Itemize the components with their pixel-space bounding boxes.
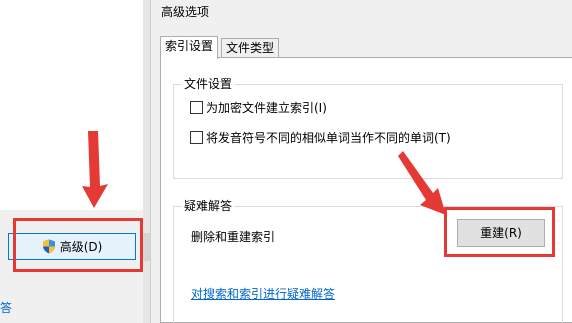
- encrypt-index-checkbox[interactable]: [190, 101, 203, 114]
- encrypt-index-option[interactable]: 为加密文件建立索引(I): [190, 99, 327, 116]
- diacritics-label: 将发音符号不同的相似单词当作不同的单词(T): [206, 131, 451, 145]
- background-content-area: [0, 0, 150, 210]
- tab-index-settings[interactable]: 索引设置: [160, 36, 219, 59]
- tab-file-types[interactable]: 文件类型: [221, 38, 280, 58]
- dialog-title: 高级选项: [161, 5, 210, 19]
- advanced-options-dialog: 高级选项 索引设置 文件类型 文件设置 为加密文件建立索引(I) 将发音符号不同…: [150, 0, 572, 323]
- background-window-edge: [143, 0, 150, 323]
- troubleshoot-search-link[interactable]: 对搜索和索引进行疑难解答: [191, 285, 335, 302]
- file-settings-group-label: 文件设置: [182, 76, 235, 92]
- advanced-button-highlight: [13, 218, 143, 272]
- troubleshoot-link-fragment[interactable]: 答: [0, 299, 12, 316]
- diacritics-option[interactable]: 将发音符号不同的相似单词当作不同的单词(T): [190, 129, 451, 146]
- troubleshooting-group-label: 疑难解答: [182, 198, 235, 214]
- index-settings-panel: 文件设置 为加密文件建立索引(I) 将发音符号不同的相似单词当作不同的单词(T)…: [160, 57, 572, 323]
- background-window: 高级(D) 答: [0, 0, 150, 323]
- diacritics-checkbox[interactable]: [190, 131, 203, 144]
- encrypt-index-label: 为加密文件建立索引(I): [206, 101, 327, 115]
- delete-rebuild-label: 删除和重建索引: [191, 230, 276, 244]
- background-button-stub: [143, 233, 150, 261]
- rebuild-button-highlight: [444, 207, 555, 257]
- file-settings-group: 文件设置 为加密文件建立索引(I) 将发音符号不同的相似单词当作不同的单词(T): [173, 76, 563, 179]
